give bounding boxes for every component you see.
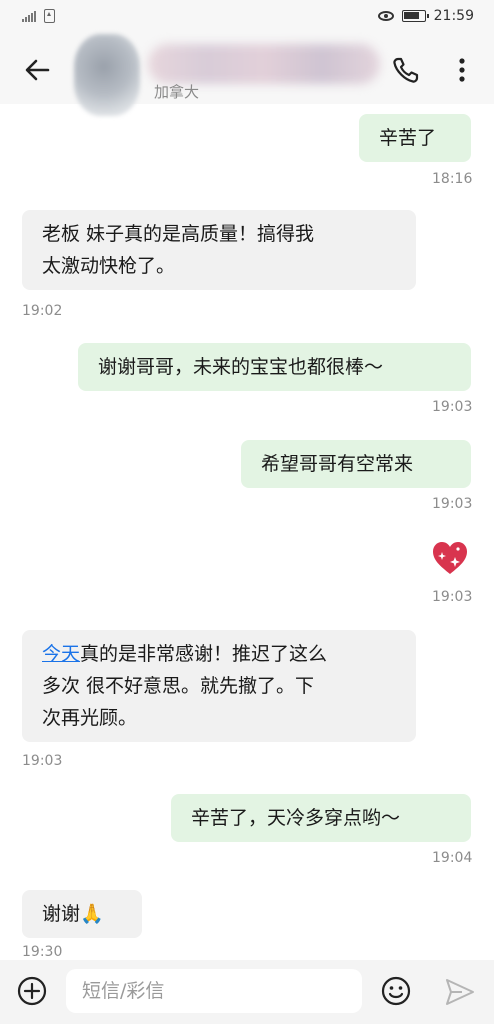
message-bubble-received[interactable]: 老板 妹子真的是高质量！搞得我 太激动快枪了。 bbox=[22, 210, 416, 290]
message-time: 19:30 bbox=[22, 944, 63, 960]
phone-icon[interactable] bbox=[390, 54, 422, 86]
message-text: 老板 妹子真的是高质量！搞得我 bbox=[42, 223, 315, 245]
status-right: 21:59 bbox=[377, 8, 474, 24]
signal-icon bbox=[22, 10, 36, 22]
message-list[interactable]: 辛苦了 18:16 老板 妹子真的是高质量！搞得我 太激动快枪了。 19:02 … bbox=[0, 104, 494, 960]
back-arrow-icon[interactable] bbox=[20, 52, 56, 88]
emoji-icon[interactable] bbox=[380, 975, 412, 1007]
message-text: 多次 很不好意思。就先撤了。下 bbox=[42, 675, 315, 697]
contact-name-blurred bbox=[148, 44, 380, 84]
message-time: 19:03 bbox=[22, 753, 63, 769]
more-vertical-icon[interactable] bbox=[450, 54, 474, 86]
message-bubble-sent[interactable]: 谢谢哥哥，未来的宝宝也都很棒～ bbox=[78, 343, 471, 391]
message-text: 谢谢 bbox=[42, 903, 81, 925]
message-text: 谢谢哥哥，未来的宝宝也都很棒～ bbox=[98, 356, 384, 378]
contact-location: 加拿大 bbox=[154, 83, 200, 101]
message-line: 今天真的是非常感谢！推迟了这么 bbox=[42, 638, 396, 670]
sparkling-heart-icon[interactable] bbox=[430, 538, 470, 578]
message-time: 19:03 bbox=[432, 399, 473, 415]
message-text: 太激动快枪了。 bbox=[42, 255, 176, 277]
compose-bar bbox=[0, 960, 494, 1024]
message-bubble-sent[interactable]: 辛苦了，天冷多穿点哟～ bbox=[171, 794, 471, 842]
message-text: 希望哥哥有空常来 bbox=[261, 453, 414, 475]
upload-icon bbox=[44, 9, 55, 23]
message-time: 19:02 bbox=[22, 303, 63, 319]
message-bubble-received[interactable]: 今天真的是非常感谢！推迟了这么 多次 很不好意思。就先撤了。下 次再光顾。 bbox=[22, 630, 416, 742]
message-input[interactable] bbox=[66, 969, 362, 1013]
message-time: 19:03 bbox=[432, 496, 473, 512]
battery-icon bbox=[401, 10, 429, 22]
status-left bbox=[22, 9, 55, 23]
status-bar: 21:59 bbox=[0, 0, 494, 34]
folded-hands-emoji: 🙏 bbox=[80, 903, 104, 925]
message-time: 18:16 bbox=[432, 171, 473, 187]
message-bubble-sent[interactable]: 希望哥哥有空常来 bbox=[241, 440, 471, 488]
message-text: 真的是非常感谢！推迟了这么 bbox=[80, 643, 328, 665]
status-time: 21:59 bbox=[433, 8, 474, 24]
message-text: 次再光顾。 bbox=[42, 707, 138, 729]
message-time: 19:03 bbox=[432, 589, 473, 605]
eye-comfort-icon bbox=[377, 11, 394, 21]
chat-header: 加拿大 bbox=[0, 34, 494, 116]
message-text: 辛苦了 bbox=[379, 127, 437, 149]
add-attachment-icon[interactable] bbox=[16, 975, 48, 1007]
message-time: 19:04 bbox=[432, 850, 473, 866]
date-link[interactable]: 今天 bbox=[42, 643, 80, 665]
message-text: 辛苦了，天冷多穿点哟～ bbox=[191, 807, 401, 829]
message-bubble-received[interactable]: 谢谢🙏 bbox=[22, 890, 142, 938]
message-bubble-sent[interactable]: 辛苦了 bbox=[359, 114, 471, 162]
send-icon[interactable] bbox=[444, 977, 476, 1007]
